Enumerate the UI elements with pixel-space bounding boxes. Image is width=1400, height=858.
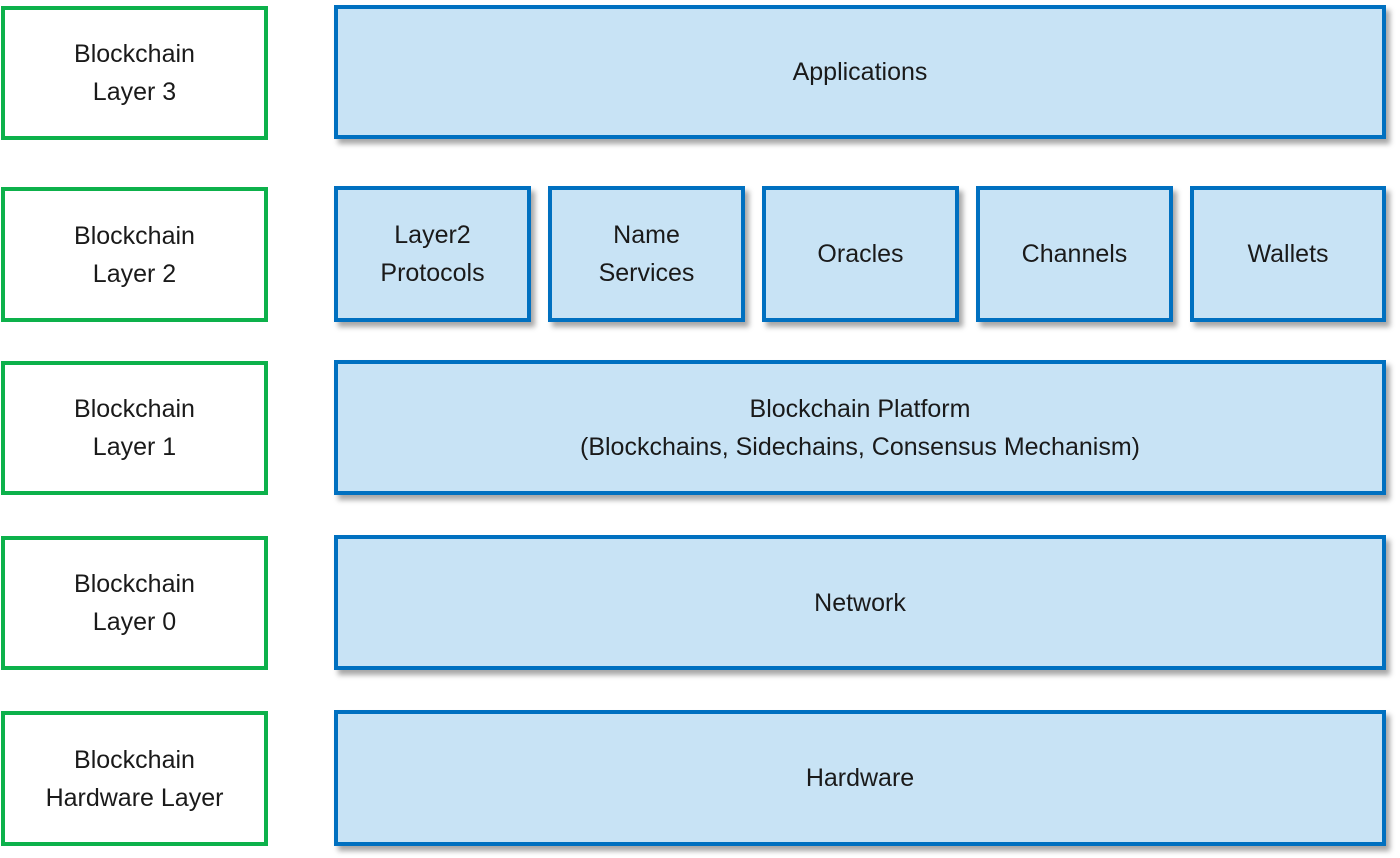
wallets-text: Wallets <box>1247 240 1329 268</box>
network-text: Network <box>814 588 906 617</box>
hardware-text: Hardware <box>805 764 915 792</box>
label-layer-1: Blockchain Layer 1 <box>1 361 268 495</box>
applications-text: Applications <box>792 58 928 86</box>
oracles-box: Oracles <box>762 186 959 322</box>
channels-text: Channels <box>1021 240 1128 268</box>
blockchain-platform-text: Blockchain Platform (Blockchains, Sidech… <box>580 394 1140 461</box>
wallets-box: Wallets <box>1190 186 1386 322</box>
applications-box: Applications <box>334 5 1386 139</box>
label-layer-0: Blockchain Layer 0 <box>1 536 268 670</box>
name-services-text: Name Services <box>598 221 695 287</box>
label-hardware-layer: Blockchain Hardware Layer <box>1 711 268 846</box>
label-layer-3: Blockchain Layer 3 <box>1 6 268 140</box>
blockchain-platform-box: Blockchain Platform (Blockchains, Sidech… <box>334 360 1386 495</box>
label-layer-0-text: Blockchain Layer 0 <box>74 570 195 636</box>
channels-box: Channels <box>976 186 1173 322</box>
layer2-protocols-box: Layer2 Protocols <box>334 186 531 322</box>
network-box: Network <box>334 535 1386 670</box>
label-layer-2-text: Blockchain Layer 2 <box>74 221 195 288</box>
name-services-box: Name Services <box>548 186 745 322</box>
label-layer-1-text: Blockchain Layer 1 <box>74 395 195 461</box>
hardware-box: Hardware <box>334 710 1386 846</box>
label-layer-2: Blockchain Layer 2 <box>1 187 268 322</box>
layer2-protocols-text: Layer2 Protocols <box>380 221 485 287</box>
label-hardware-layer-text: Blockchain Hardware Layer <box>45 745 224 812</box>
oracles-text: Oracles <box>817 240 904 268</box>
label-layer-3-text: Blockchain Layer 3 <box>74 40 195 106</box>
